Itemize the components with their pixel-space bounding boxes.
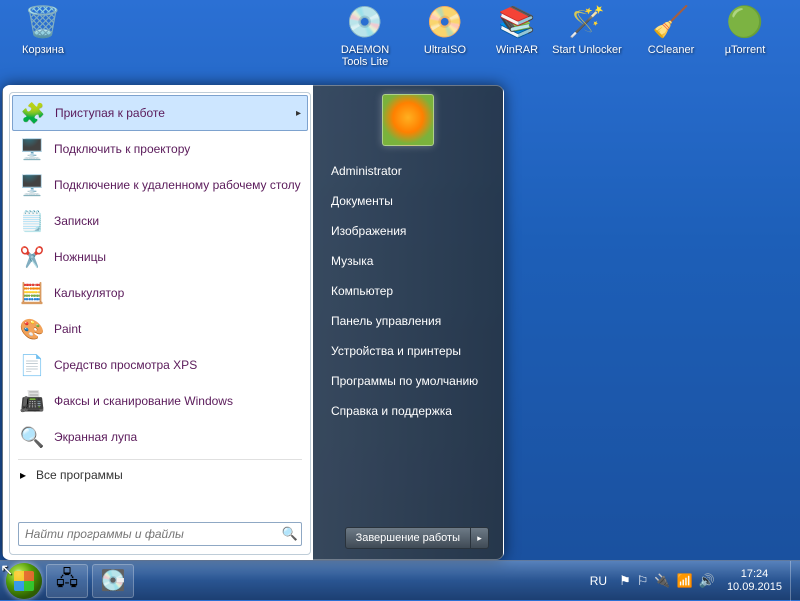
desktop-icon-start-unlocker[interactable]: 🪄 Start Unlocker [552,2,622,56]
program-icon: 📄 [18,351,46,379]
search-input[interactable] [19,527,279,541]
program-item[interactable]: 🗒️ Записки [10,203,310,239]
all-programs-label: Все программы [36,468,123,482]
program-item[interactable]: 🧩 Приступая к работе▸ [12,95,308,131]
app-icon: 📀 [425,2,465,42]
icon-label: UltraISO [410,44,480,56]
app-icon: 💿 [345,2,385,42]
clock-date: 10.09.2015 [727,581,782,594]
program-label: Подключение к удаленному рабочему столу [54,178,302,192]
program-icon: ✂️ [18,243,46,271]
desktop-icon-daemon-tools-lite[interactable]: 💿DAEMON Tools Lite [330,2,400,68]
right-pane-link[interactable]: Программы по умолчанию [327,366,489,396]
program-icon: 🧮 [18,279,46,307]
icon-label: CCleaner [636,44,706,56]
icon-label: Корзина [8,44,78,56]
show-desktop-button[interactable] [790,561,800,601]
all-programs-button[interactable]: ▸ Все программы [10,462,310,488]
desktop-icon-корзина[interactable]: 🗑️ Корзина [8,2,78,56]
right-pane-link[interactable]: Устройства и принтеры [327,336,489,366]
start-menu-right-pane: AdministratorДокументыИзображенияМузыкаК… [313,86,503,559]
shutdown-options-button[interactable]: ▸ [471,527,489,549]
program-label: Paint [54,322,302,336]
app-icon: 🗑️ [23,2,63,42]
triangle-icon: ▸ [20,468,26,482]
shutdown-button[interactable]: Завершение работы [345,527,471,549]
icon-label: Start Unlocker [552,44,622,56]
right-pane-link[interactable]: Компьютер [327,276,489,306]
right-pane-link[interactable]: Изображения [327,216,489,246]
program-item[interactable]: 🖥️ Подключить к проектору [10,131,310,167]
start-menu-left-pane: 🧩Приступая к работе▸🖥️Подключить к проек… [9,92,311,555]
program-icon: 🎨 [18,315,46,343]
icon-label: µTorrent [710,44,780,56]
desktop-icon-ultraiso[interactable]: 📀 UltraISO [410,2,480,56]
program-item[interactable]: ✂️ Ножницы [10,239,310,275]
action-center-icon[interactable]: ⚐ [637,573,649,589]
program-icon: 🔍 [18,423,46,451]
app-icon: 🪄 [567,2,607,42]
program-label: Ножницы [54,250,302,264]
search-icon: 🔍 [279,526,301,542]
program-icon: 🖥️ [18,171,46,199]
separator [18,459,302,460]
network-icon[interactable]: 📶 [677,573,693,589]
clock-time: 17:24 [727,568,782,581]
program-item[interactable]: 🧮 Калькулятор [10,275,310,311]
program-icon: 🧩 [19,99,47,127]
program-item[interactable]: 🖥️ Подключение к удаленному рабочему стол… [10,167,310,203]
desktop-icon-ccleaner[interactable]: 🧹 CCleaner [636,2,706,56]
app-icon: 🟢 [725,2,765,42]
program-label: Экранная лупа [54,430,302,444]
icon-label: WinRAR [482,44,552,56]
user-avatar[interactable] [382,94,434,146]
desktop-icon-winrar[interactable]: 📚 WinRAR [482,2,552,56]
program-label: Факсы и сканирование Windows [54,394,302,408]
app-icon: 📚 [497,2,537,42]
right-pane-link[interactable]: Документы [327,186,489,216]
program-item[interactable]: 🎨 Paint [10,311,310,347]
taskbar-item-network-connections[interactable]: 🖧 [46,564,88,598]
taskbar: 🖧💽 RU ⚑ ⚐ 🔌 📶 🔊 17:24 10.09.2015 [0,560,800,600]
language-indicator[interactable]: RU [584,574,613,588]
program-label: Подключить к проектору [54,142,302,156]
program-icon: 📠 [18,387,46,415]
power-icon[interactable]: 🔌 [654,573,670,589]
program-label: Калькулятор [54,286,302,300]
program-label: Записки [54,214,302,228]
right-pane-link[interactable]: Музыка [327,246,489,276]
program-list: 🧩 Приступая к работе▸ 🖥️ Подключить к проек… [10,93,310,457]
program-item[interactable]: 🔍 Экранная лупа [10,419,310,455]
windows-orb-icon [6,563,42,599]
right-pane-link[interactable]: Панель управления [327,306,489,336]
right-pane-link[interactable]: Administrator [327,156,489,186]
program-label: Приступая к работе [55,106,296,120]
program-icon: 🗒️ [18,207,46,235]
submenu-arrow-icon: ▸ [296,108,301,119]
program-item[interactable]: 📄 Средство просмотра XPS [10,347,310,383]
shutdown-group: Завершение работы ▸ [345,527,489,549]
right-pane-link[interactable]: Справка и поддержка [327,396,489,426]
icon-label: DAEMON Tools Lite [330,44,400,68]
search-box[interactable]: 🔍 [18,522,302,546]
program-label: Средство просмотра XPS [54,358,302,372]
start-button[interactable] [4,561,44,601]
clock[interactable]: 17:24 10.09.2015 [719,568,790,594]
app-icon: 🧹 [651,2,691,42]
desktop-icon-µtorrent[interactable]: 🟢 µTorrent [710,2,780,56]
start-menu: 🧩Приступая к работе▸🖥️Подключить к проек… [2,85,504,560]
program-item[interactable]: 📠 Факсы и сканирование Windows [10,383,310,419]
volume-icon[interactable]: 🔊 [699,573,715,589]
flag-icon[interactable]: ⚑ [619,573,631,589]
taskbar-item-media-app[interactable]: 💽 [92,564,134,598]
program-icon: 🖥️ [18,135,46,163]
system-tray: RU ⚑ ⚐ 🔌 📶 🔊 [580,573,719,589]
